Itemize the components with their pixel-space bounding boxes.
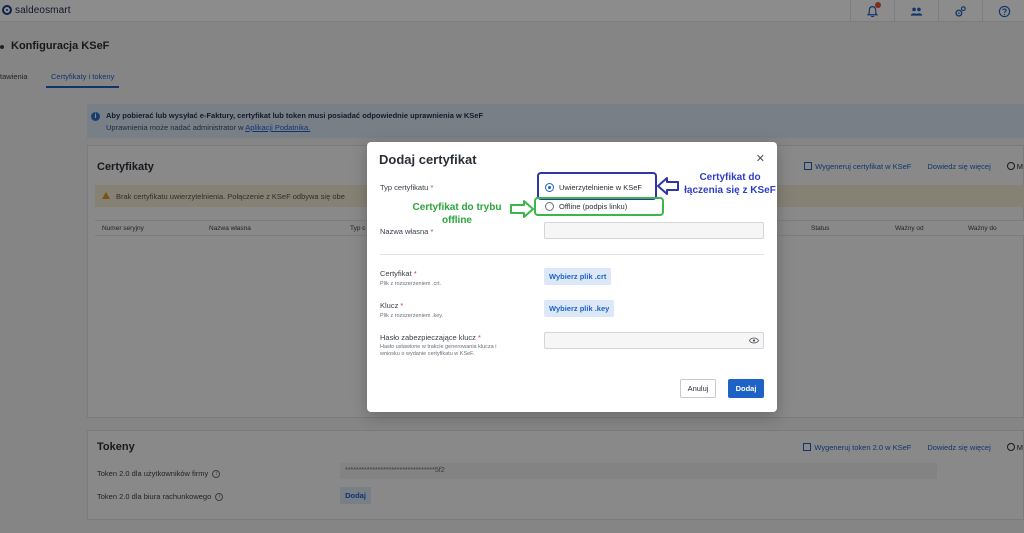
annotation-highlight-authentication (537, 172, 657, 200)
cancel-button[interactable]: Anuluj (680, 379, 716, 398)
required-marker: * (428, 227, 434, 236)
custom-name-label: Nazwa własna * (380, 227, 433, 236)
key-file-label-text: Klucz (380, 301, 399, 310)
annotation-arrow-right-icon (510, 200, 534, 218)
choose-key-button[interactable]: Wybierz plik .key (544, 300, 615, 317)
divider (380, 254, 764, 255)
key-password-input[interactable] (544, 332, 764, 349)
annotation-authentication-line2: łączenia się z KSeF (684, 185, 776, 196)
key-password-hint-2: wniosku o wydanie certyfikatu w KSeF. (380, 351, 475, 357)
annotation-highlight-offline (534, 197, 664, 216)
key-password-hint-1: Hasło ustawione w trakcie generowania kl… (380, 344, 497, 350)
dialog-title: Dodaj certyfikat (379, 152, 477, 167)
custom-name-input[interactable] (544, 222, 764, 239)
custom-name-label-text: Nazwa własna (380, 227, 429, 236)
annotation-offline-line1: Certyfikat do trybu (412, 202, 502, 213)
certificate-file-hint: Plik z rozszerzeniem .crt. (380, 281, 442, 287)
certificate-file-label-text: Certyfikat (380, 269, 412, 278)
annotation-authentication-text: Certyfikat do łączenia się z KSeF (675, 171, 785, 197)
eye-icon[interactable] (749, 337, 759, 344)
required-marker: * (411, 269, 417, 278)
key-file-hint: Plik z rozszerzeniem .key. (380, 313, 444, 319)
annotation-offline-text: Certyfikat do trybu offline (404, 201, 510, 227)
add-button[interactable]: Dodaj (728, 379, 764, 398)
required-marker: * (428, 183, 434, 192)
annotation-authentication-line1: Certyfikat do (699, 172, 761, 183)
certificate-type-label-text: Typ certyfikatu (380, 183, 429, 192)
key-password-label-text: Hasło zabezpieczające klucz (380, 333, 476, 342)
choose-crt-button[interactable]: Wybierz plik .crt (544, 268, 612, 285)
close-icon[interactable]: ✕ (756, 154, 765, 165)
annotation-offline-line2: offline (442, 215, 472, 226)
required-marker: * (398, 301, 404, 310)
required-marker: * (475, 333, 481, 342)
key-password-label: Hasło zabezpieczające klucz * (380, 333, 481, 342)
key-file-label: Klucz * (380, 301, 403, 310)
certificate-file-label: Certyfikat * (380, 269, 417, 278)
certificate-type-label: Typ certyfikatu * (380, 183, 433, 192)
